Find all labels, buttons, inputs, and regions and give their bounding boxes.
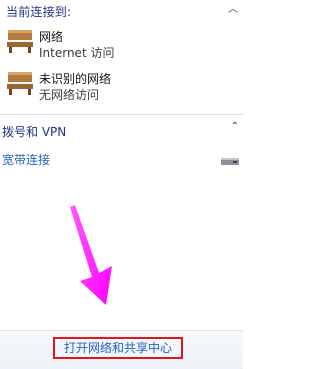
network-status: Internet 访问 [39, 46, 115, 60]
pointer-arrow-icon [70, 205, 112, 305]
network-list-item[interactable]: 未识别的网络 无网络访问 [0, 70, 243, 108]
open-network-sharing-center-link[interactable]: 打开网络和共享中心 [53, 337, 183, 359]
modem-icon[interactable] [220, 155, 240, 167]
network-name: 网络 [39, 30, 64, 44]
network-name: 未识别的网络 [39, 72, 112, 86]
broadband-connection-link[interactable]: 宽带连接 [2, 151, 50, 168]
network-list-item[interactable]: 网络 Internet 访问 [0, 28, 243, 66]
bench-network-icon [7, 30, 33, 53]
current-connection-title: 当前连接到: [6, 5, 72, 19]
chevron-up-icon[interactable]: ︿ [228, 0, 238, 15]
network-status: 无网络访问 [39, 88, 100, 102]
chevron-up-icon[interactable]: ⌃ [231, 121, 239, 132]
bench-network-icon [7, 72, 33, 95]
dialup-section-title: 拨号和 VPN [2, 125, 67, 139]
section-divider [0, 114, 243, 115]
